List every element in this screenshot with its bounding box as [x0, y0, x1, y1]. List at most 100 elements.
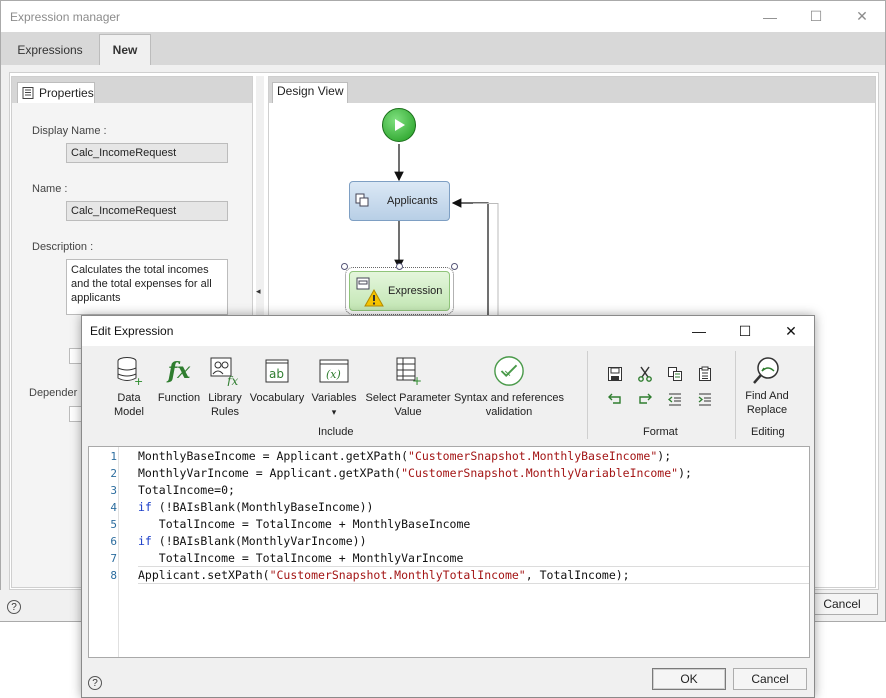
function-button[interactable]: fx Function	[153, 349, 205, 433]
cut-icon[interactable]	[635, 364, 655, 384]
selection-handle[interactable]	[341, 263, 348, 270]
name-label: Name :	[32, 183, 68, 195]
code-line[interactable]: if (!BAIsBlank(MonthlyVarIncome))	[138, 533, 808, 550]
tab-bar: Expressions New	[1, 32, 885, 65]
display-name-field[interactable]: Calc_IncomeRequest	[66, 143, 228, 163]
save-icon[interactable]	[605, 364, 625, 384]
display-name-label: Display Name :	[32, 125, 107, 137]
find-and-replace-button[interactable]: Find And Replace	[737, 349, 797, 433]
help-icon[interactable]: ?	[88, 676, 102, 690]
properties-tab[interactable]: Properties	[17, 82, 95, 103]
main-titlebar: Expression manager — ☐ ✕	[1, 1, 885, 32]
dialog-title: Edit Expression	[90, 324, 174, 338]
code-line[interactable]: TotalIncome=0;	[138, 482, 808, 499]
ok-button[interactable]: OK	[652, 668, 726, 690]
close-icon[interactable]: ✕	[839, 1, 885, 32]
description-label: Description :	[32, 241, 94, 253]
edit-expression-dialog: Edit Expression — ☐ ✕ + Data Model fx Fu…	[81, 315, 815, 698]
chevron-down-icon: ▾	[331, 407, 337, 417]
selection-handle[interactable]	[451, 263, 458, 270]
applicants-node-label: Applicants	[387, 195, 438, 207]
expression-node[interactable]: Expression	[345, 267, 454, 315]
minimize-icon[interactable]: —	[747, 1, 793, 32]
ribbon-separator	[735, 351, 736, 439]
include-group-label: Include	[318, 426, 354, 438]
outdent-icon[interactable]	[665, 389, 685, 409]
tab-new[interactable]: New	[99, 34, 151, 65]
maximize-icon[interactable]: ☐	[722, 316, 768, 346]
applicants-node[interactable]: Applicants	[349, 181, 450, 221]
validation-icon	[493, 355, 525, 387]
design-view-tab-label: Design View	[277, 84, 344, 98]
select-parameter-value-button[interactable]: + Select Parameter Value	[363, 349, 453, 433]
code-line[interactable]: TotalIncome = TotalIncome + MonthlyBaseI…	[138, 516, 808, 533]
chevron-left-icon: ◂	[256, 286, 261, 296]
undo-icon[interactable]	[605, 389, 625, 409]
start-node-play-icon[interactable]	[382, 108, 416, 142]
variables-label: Variables	[311, 392, 357, 404]
select-parameter-value-label: Select Parameter Value	[365, 392, 451, 418]
syntax-validation-button[interactable]: Syntax and references validation	[453, 349, 565, 433]
help-icon[interactable]: ?	[7, 600, 21, 614]
library-rules-button[interactable]: fx Library Rules	[203, 349, 247, 433]
copy-icon[interactable]	[665, 364, 685, 384]
find-replace-icon	[751, 355, 783, 387]
indent-icon[interactable]	[695, 389, 715, 409]
function-icon: fx	[167, 358, 191, 384]
dependencies-label: Depender	[29, 387, 78, 399]
svg-text:fx: fx	[226, 374, 238, 386]
code-editor[interactable]: 1 2 3 4 5 6 7 8 MonthlyBaseIncome = Appl…	[88, 446, 810, 658]
variables-icon: (x)	[318, 355, 350, 387]
select-parameter-icon: +	[392, 355, 424, 387]
selection-handle[interactable]	[396, 263, 403, 270]
ribbon-separator	[587, 351, 588, 439]
close-icon[interactable]: ✕	[768, 316, 814, 346]
library-rules-icon: fx	[209, 355, 241, 387]
line-number: 6	[110, 535, 117, 548]
ribbon: + Data Model fx Function fx Library Rule…	[85, 349, 810, 442]
line-number: 3	[110, 484, 117, 497]
properties-tab-label: Properties	[39, 86, 94, 100]
line-number: 8	[110, 569, 117, 582]
dialog-cancel-button[interactable]: Cancel	[733, 668, 807, 690]
node-icon	[355, 193, 369, 210]
description-field[interactable]: Calculates the total incomes and the tot…	[66, 259, 228, 315]
line-number-gutter: 1 2 3 4 5 6 7 8	[89, 447, 119, 657]
data-model-button[interactable]: + Data Model	[107, 349, 151, 433]
svg-text:ab: ab	[269, 367, 284, 381]
expression-node-label: Expression	[388, 285, 443, 297]
properties-icon	[22, 87, 34, 99]
minimize-icon[interactable]: —	[676, 316, 722, 346]
vocabulary-button[interactable]: ab Vocabulary	[248, 349, 306, 433]
function-label: Function	[157, 392, 201, 404]
svg-text:(x): (x)	[326, 368, 341, 381]
window-title: Expression manager	[10, 10, 121, 24]
svg-text:+: +	[134, 375, 143, 386]
code-line[interactable]: if (!BAIsBlank(MonthlyBaseIncome))	[138, 499, 808, 516]
line-number: 5	[110, 518, 117, 531]
line-number: 7	[110, 552, 117, 565]
maximize-icon[interactable]: ☐	[793, 1, 839, 32]
format-group-label: Format	[643, 426, 678, 438]
code-line[interactable]: MonthlyBaseIncome = Applicant.getXPath("…	[138, 448, 808, 465]
redo-icon[interactable]	[635, 389, 655, 409]
library-rules-label: Library Rules	[208, 392, 242, 418]
paste-icon[interactable]	[695, 364, 715, 384]
data-model-icon: +	[113, 355, 145, 387]
find-and-replace-label: Find And Replace	[745, 390, 789, 416]
vocabulary-label: Vocabulary	[249, 392, 305, 404]
line-number: 1	[110, 450, 117, 463]
editing-group-label: Editing	[751, 426, 785, 438]
line-number: 2	[110, 467, 117, 480]
line-number: 4	[110, 501, 117, 514]
name-field[interactable]: Calc_IncomeRequest	[66, 201, 228, 221]
properties-header: Properties	[12, 77, 252, 103]
main-cancel-button[interactable]: Cancel	[806, 593, 878, 615]
code-line-current[interactable]: Applicant.setXPath("CustomerSnapshot.Mon…	[138, 566, 809, 584]
dialog-bottom-bar: ? OK Cancel	[82, 664, 814, 697]
node-icon	[356, 277, 370, 294]
variables-button[interactable]: (x) Variables ▾	[309, 349, 359, 433]
tab-expressions[interactable]: Expressions	[5, 34, 95, 65]
code-line[interactable]: TotalIncome = TotalIncome + MonthlyVarIn…	[138, 550, 808, 567]
code-line[interactable]: MonthlyVarIncome = Applicant.getXPath("C…	[138, 465, 808, 482]
